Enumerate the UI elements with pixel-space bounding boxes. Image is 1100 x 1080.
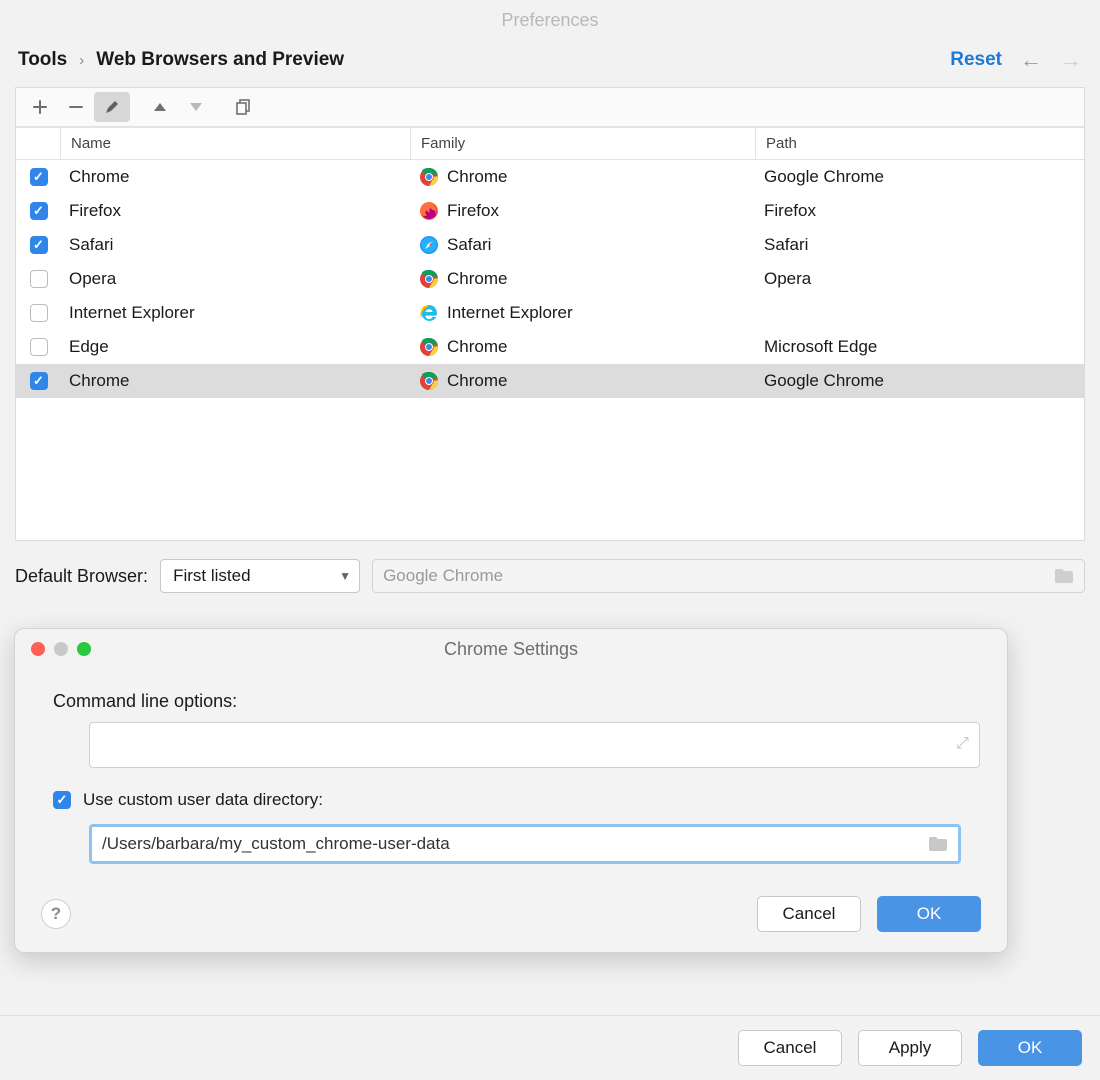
- move-down-button[interactable]: [178, 92, 214, 122]
- zoom-window-icon[interactable]: [77, 642, 91, 656]
- chevron-right-icon: ›: [79, 52, 84, 69]
- row-name: Chrome: [69, 371, 129, 391]
- row-name: Safari: [69, 235, 113, 255]
- row-checkbox[interactable]: [30, 168, 48, 186]
- table-header: Name Family Path: [16, 127, 1084, 160]
- row-path: Opera: [764, 269, 811, 289]
- custom-dir-input[interactable]: /Users/barbara/my_custom_chrome-user-dat…: [89, 824, 961, 864]
- use-custom-dir-checkbox[interactable]: [53, 791, 71, 809]
- chrome-icon: [419, 167, 439, 187]
- row-name: Opera: [69, 269, 116, 289]
- chrome-settings-dialog: Chrome Settings Command line options: ⤢ …: [14, 628, 1008, 953]
- safari-icon: [419, 235, 439, 255]
- table-row[interactable]: Opera Chrome Opera: [16, 262, 1084, 296]
- breadcrumb-root[interactable]: Tools: [18, 49, 67, 71]
- minimize-window-icon: [54, 642, 68, 656]
- move-up-button[interactable]: [142, 92, 178, 122]
- default-browser-resolved: Google Chrome: [372, 559, 1085, 593]
- breadcrumb: Tools › Web Browsers and Preview: [18, 49, 344, 71]
- reset-button[interactable]: Reset: [950, 49, 1002, 71]
- row-family: Chrome: [447, 269, 507, 289]
- folder-icon[interactable]: [1054, 568, 1074, 584]
- row-path: Firefox: [764, 201, 816, 221]
- row-family: Internet Explorer: [447, 303, 573, 323]
- browsers-panel: Name Family Path Chrome Chrome Google Chro…: [15, 87, 1085, 541]
- column-path[interactable]: Path: [756, 128, 1084, 159]
- row-checkbox[interactable]: [30, 304, 48, 322]
- row-name: Firefox: [69, 201, 121, 221]
- row-checkbox[interactable]: [30, 202, 48, 220]
- folder-icon[interactable]: [928, 836, 948, 852]
- dialog-cancel-button[interactable]: Cancel: [757, 896, 861, 932]
- footer: Cancel Apply OK: [0, 1015, 1100, 1080]
- forward-arrow-icon: →: [1060, 47, 1082, 73]
- table-row[interactable]: Chrome Chrome Google Chrome: [16, 160, 1084, 194]
- default-browser-select[interactable]: First listed ▼: [160, 559, 360, 593]
- chrome-icon: [419, 269, 439, 289]
- row-path: Google Chrome: [764, 371, 884, 391]
- close-window-icon[interactable]: [31, 642, 45, 656]
- expand-icon[interactable]: ⤢: [956, 735, 969, 753]
- chevron-down-icon: ▼: [339, 569, 351, 583]
- column-name[interactable]: Name: [61, 128, 411, 159]
- table-row[interactable]: Edge Chrome Microsoft Edge: [16, 330, 1084, 364]
- row-checkbox[interactable]: [30, 338, 48, 356]
- breadcrumb-leaf: Web Browsers and Preview: [96, 49, 344, 71]
- apply-button[interactable]: Apply: [858, 1030, 962, 1066]
- command-line-input[interactable]: ⤢: [89, 722, 980, 768]
- row-checkbox[interactable]: [30, 372, 48, 390]
- chrome-icon: [419, 371, 439, 391]
- copy-button[interactable]: [226, 92, 262, 122]
- table-row[interactable]: Firefox Firefox Firefox: [16, 194, 1084, 228]
- ok-button[interactable]: OK: [978, 1030, 1082, 1066]
- cancel-button[interactable]: Cancel: [738, 1030, 842, 1066]
- table-row[interactable]: Internet Explorer Internet Explorer: [16, 296, 1084, 330]
- row-family: Chrome: [447, 337, 507, 357]
- table-row[interactable]: Safari Safari Safari: [16, 228, 1084, 262]
- back-arrow-icon[interactable]: ←: [1020, 47, 1042, 73]
- add-button[interactable]: [22, 92, 58, 122]
- remove-button[interactable]: [58, 92, 94, 122]
- dialog-title: Chrome Settings: [15, 639, 1007, 660]
- row-path: Google Chrome: [764, 167, 884, 187]
- row-path: Microsoft Edge: [764, 337, 877, 357]
- dialog-ok-button[interactable]: OK: [877, 896, 981, 932]
- command-line-label: Command line options:: [53, 691, 981, 712]
- row-family: Safari: [447, 235, 491, 255]
- use-custom-dir-label: Use custom user data directory:: [83, 790, 323, 810]
- table-body: ChromeChromeGoogle ChromeFirefoxFirefoxF…: [16, 160, 1084, 540]
- window-title: Preferences: [0, 0, 1100, 41]
- edit-button[interactable]: [94, 92, 130, 122]
- row-name: Chrome: [69, 167, 129, 187]
- row-family: Chrome: [447, 167, 507, 187]
- default-browser-label: Default Browser:: [15, 566, 148, 587]
- row-path: Safari: [764, 235, 808, 255]
- column-family[interactable]: Family: [411, 128, 756, 159]
- row-checkbox[interactable]: [30, 236, 48, 254]
- row-name: Edge: [69, 337, 109, 357]
- help-button[interactable]: ?: [41, 899, 71, 929]
- ie-icon: [419, 303, 439, 323]
- chrome-icon: [419, 337, 439, 357]
- table-row[interactable]: Chrome Chrome Google Chrome: [16, 364, 1084, 398]
- toolbar: [16, 88, 1084, 127]
- row-family: Firefox: [447, 201, 499, 221]
- row-checkbox[interactable]: [30, 270, 48, 288]
- row-name: Internet Explorer: [69, 303, 195, 323]
- row-family: Chrome: [447, 371, 507, 391]
- firefox-icon: [419, 201, 439, 221]
